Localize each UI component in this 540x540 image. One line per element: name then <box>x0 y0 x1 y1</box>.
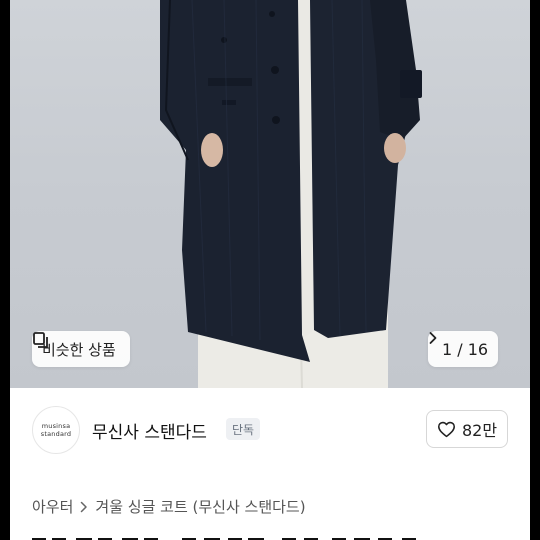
similar-products-button[interactable]: 비슷한 상품 <box>32 331 130 367</box>
like-button[interactable]: 82만 <box>426 410 508 448</box>
like-count: 82만 <box>461 421 498 440</box>
exclusive-badge: 단독 <box>226 418 261 440</box>
product-photo <box>160 0 422 388</box>
app-frame: 비슷한 상품 1 / 16 musinsa standard 무신사 스탠다드 … <box>10 0 530 540</box>
product-image-carousel[interactable]: 비슷한 상품 1 / 16 <box>10 0 530 388</box>
heart-icon <box>437 421 455 437</box>
breadcrumb-category[interactable]: 아우터 <box>32 496 73 517</box>
chevron-right-icon <box>429 332 437 344</box>
brand-logo-line1: musinsa <box>41 422 71 430</box>
brand-name[interactable]: 무신사 스탠다드 <box>92 418 207 443</box>
copy-icon <box>33 332 48 348</box>
similar-products-label: 비슷한 상품 <box>42 340 116 359</box>
brand-logo-line2: standard <box>40 430 72 438</box>
brand-logo[interactable]: musinsa standard <box>32 406 80 454</box>
chevron-right-icon <box>81 501 88 512</box>
breadcrumb-item[interactable]: 겨울 싱글 코트 (무신사 스탠다드) <box>95 496 305 517</box>
pager-text: 1 / 16 <box>442 339 489 359</box>
product-title-cropped <box>32 538 416 540</box>
brand-row: musinsa standard 무신사 스탠다드 단독 82만 <box>10 388 530 468</box>
breadcrumb: 아우터 겨울 싱글 코트 (무신사 스탠다드) <box>32 496 306 517</box>
image-pager[interactable]: 1 / 16 <box>428 331 499 367</box>
